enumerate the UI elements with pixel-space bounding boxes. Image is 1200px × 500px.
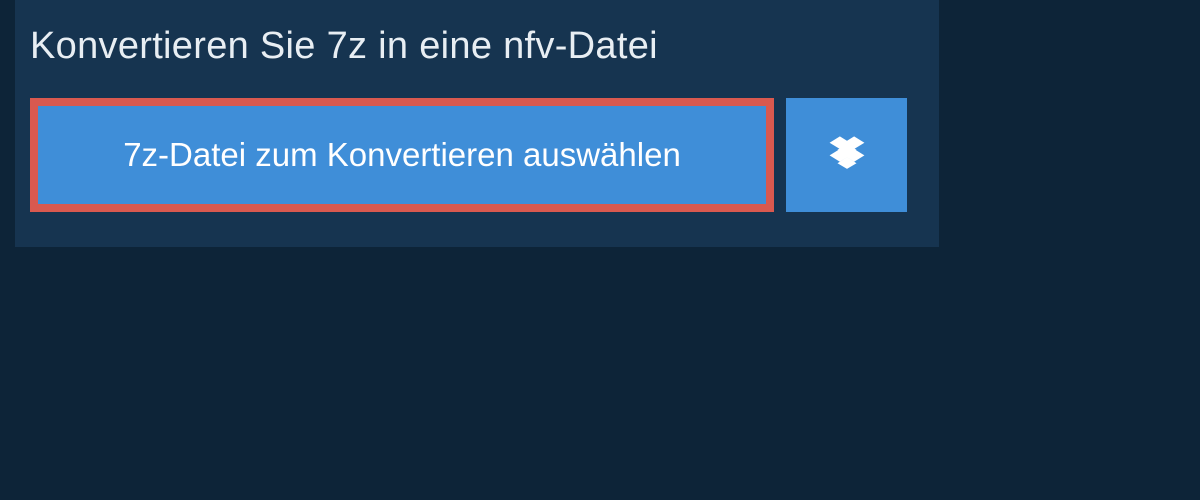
button-row: 7z-Datei zum Konvertieren auswählen: [15, 98, 939, 212]
select-file-button[interactable]: 7z-Datei zum Konvertieren auswählen: [30, 98, 774, 212]
converter-panel: Konvertieren Sie 7z in eine nfv-Datei 7z…: [15, 0, 939, 247]
dropbox-button[interactable]: [786, 98, 907, 212]
page-title: Konvertieren Sie 7z in eine nfv-Datei: [30, 25, 924, 68]
dropbox-icon: [828, 134, 866, 177]
heading-wrap: Konvertieren Sie 7z in eine nfv-Datei: [15, 0, 939, 98]
select-file-label: 7z-Datei zum Konvertieren auswählen: [123, 136, 681, 174]
